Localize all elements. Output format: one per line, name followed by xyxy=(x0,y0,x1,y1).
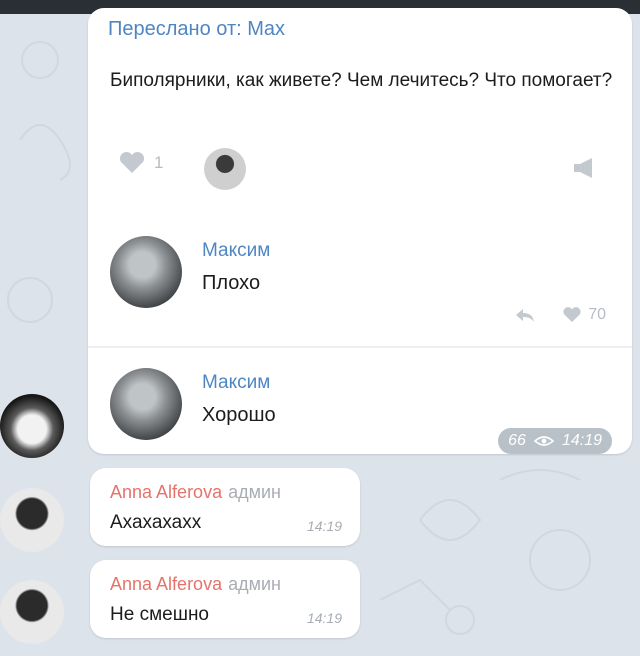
avatar[interactable] xyxy=(110,368,182,440)
views-count: 66 xyxy=(508,432,526,449)
comment-text: Плохо xyxy=(202,272,261,294)
liker-avatar[interactable] xyxy=(204,148,246,190)
author-role: админ xyxy=(228,574,281,594)
forwarded-from-header[interactable]: Переслано от: Max xyxy=(108,18,285,41)
comment-author[interactable]: Максим xyxy=(202,372,270,394)
message-author[interactable]: Anna Alferova админ xyxy=(110,482,281,503)
comment-author[interactable]: Максим xyxy=(202,240,270,262)
post-likes-count: 1 xyxy=(154,153,164,172)
author-name[interactable]: Anna Alferova xyxy=(110,574,222,594)
message-text: Ахахахахх xyxy=(110,512,202,533)
comment-likes[interactable]: 70 xyxy=(562,306,606,324)
post-likes[interactable]: 1 xyxy=(118,151,163,175)
comment-actions: 70 xyxy=(514,306,606,324)
message-time: 14:19 xyxy=(561,432,602,449)
message-author[interactable]: Anna Alferova админ xyxy=(110,574,281,595)
eye-icon xyxy=(533,436,554,446)
reply-icon[interactable] xyxy=(514,307,536,323)
divider xyxy=(88,346,632,348)
comment-text: Хорошо xyxy=(202,404,276,426)
message-time: 14:19 xyxy=(306,518,342,534)
message-time: 14:19 xyxy=(306,610,342,626)
heart-icon xyxy=(563,307,581,323)
megaphone-icon[interactable] xyxy=(572,156,598,180)
comment-likes-count: 70 xyxy=(588,306,606,323)
chat-message[interactable]: Anna Alferova админ Ахахахахх 14:19 xyxy=(90,468,360,546)
avatar[interactable] xyxy=(0,394,64,458)
avatar[interactable] xyxy=(0,580,64,644)
chat-message[interactable]: Anna Alferova админ Не смешно 14:19 xyxy=(90,560,360,638)
author-role: админ xyxy=(228,482,281,502)
post-text: Биполярники, как живете? Чем лечитесь? Ч… xyxy=(110,70,613,91)
forwarded-post-bubble[interactable]: Переслано от: Max Биполярники, как живет… xyxy=(88,8,632,454)
avatar[interactable] xyxy=(110,236,182,308)
heart-icon xyxy=(119,151,145,173)
avatar[interactable] xyxy=(0,488,64,552)
message-text: Не смешно xyxy=(110,604,209,625)
author-name[interactable]: Anna Alferova xyxy=(110,482,222,502)
message-meta-pill: 66 14:19 xyxy=(498,428,612,454)
